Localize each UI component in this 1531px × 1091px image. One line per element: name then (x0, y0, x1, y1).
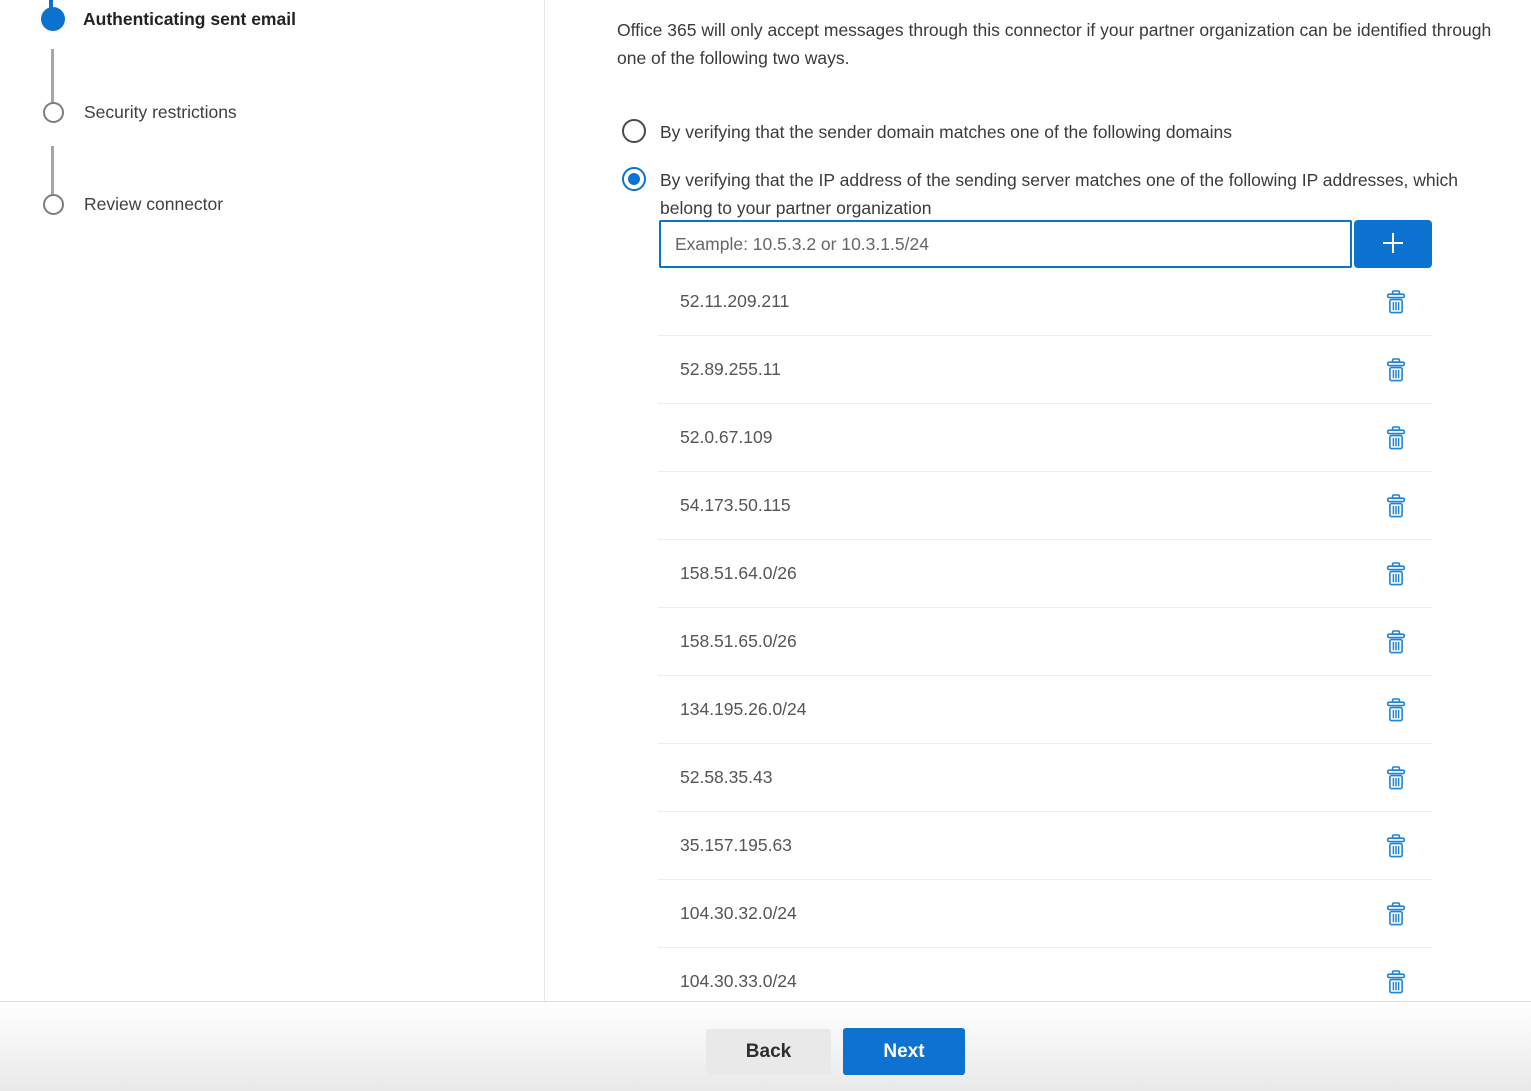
step-label: Authenticating sent email (83, 9, 296, 30)
trash-icon (1386, 914, 1406, 929)
ip-address: 54.173.50.115 (680, 495, 791, 516)
step-connector-line (51, 146, 54, 200)
radio-button[interactable] (622, 119, 646, 143)
step-connector-line (51, 49, 54, 104)
ip-row: 52.58.35.43 (658, 744, 1432, 812)
ip-address: 104.30.32.0/24 (680, 903, 797, 924)
plus-icon (1378, 228, 1408, 261)
step-indicator-icon (43, 102, 64, 123)
back-button[interactable]: Back (706, 1029, 831, 1074)
trash-icon (1386, 642, 1406, 657)
step-label: Security restrictions (84, 102, 237, 123)
wizard-step-security-restrictions[interactable]: Security restrictions (0, 102, 237, 123)
ip-address: 52.0.67.109 (680, 427, 772, 448)
ip-address: 52.11.209.211 (680, 291, 789, 312)
trash-icon (1386, 710, 1406, 725)
ip-row: 52.89.255.11 (658, 336, 1432, 404)
radio-label: By verifying that the IP address of the … (660, 166, 1488, 222)
trash-icon (1386, 846, 1406, 861)
ip-row: 35.157.195.63 (658, 812, 1432, 880)
ip-row: 54.173.50.115 (658, 472, 1432, 540)
wizard-step-authenticating-sent-email[interactable]: Authenticating sent email (0, 7, 296, 31)
ip-row: 134.195.26.0/24 (658, 676, 1432, 744)
trash-icon (1386, 370, 1406, 385)
step-content: Office 365 will only accept messages thr… (617, 0, 1531, 1001)
wizard-steps-sidebar: Authenticating sent email Security restr… (0, 0, 545, 1001)
ip-address-list: 52.11.209.211 52.89.255.11 (658, 268, 1432, 1016)
ip-row: 52.11.209.211 (658, 268, 1432, 336)
delete-ip-button[interactable] (1384, 560, 1408, 588)
delete-ip-button[interactable] (1384, 356, 1408, 384)
ip-row: 52.0.67.109 (658, 404, 1432, 472)
trash-icon (1386, 574, 1406, 589)
intro-text: Office 365 will only accept messages thr… (617, 16, 1525, 72)
ip-row: 158.51.64.0/26 (658, 540, 1432, 608)
ip-address: 52.89.255.11 (680, 359, 781, 380)
delete-ip-button[interactable] (1384, 288, 1408, 316)
delete-ip-button[interactable] (1384, 968, 1408, 996)
ip-address: 52.58.35.43 (680, 767, 772, 788)
ip-add-row (659, 220, 1432, 268)
step-label: Review connector (84, 194, 223, 215)
trash-icon (1386, 982, 1406, 997)
trash-icon (1386, 778, 1406, 793)
ip-address: 158.51.65.0/26 (680, 631, 797, 652)
delete-ip-button[interactable] (1384, 696, 1408, 724)
ip-address: 104.30.33.0/24 (680, 971, 797, 992)
connector-wizard-page: Authenticating sent email Security restr… (0, 0, 1531, 1091)
ip-row: 104.30.32.0/24 (658, 880, 1432, 948)
delete-ip-button[interactable] (1384, 424, 1408, 452)
ip-address: 134.195.26.0/24 (680, 699, 807, 720)
trash-icon (1386, 438, 1406, 453)
wizard-step-review-connector[interactable]: Review connector (0, 194, 223, 215)
verification-option: By verifying that the sender domain matc… (622, 118, 1232, 146)
delete-ip-button[interactable] (1384, 832, 1408, 860)
ip-address: 158.51.64.0/26 (680, 563, 797, 584)
ip-address-input[interactable] (659, 220, 1352, 268)
next-button[interactable]: Next (843, 1028, 965, 1075)
delete-ip-button[interactable] (1384, 764, 1408, 792)
verification-option: By verifying that the IP address of the … (622, 166, 1488, 222)
step-indicator-icon (41, 7, 65, 31)
wizard-footer: Back Next (0, 1001, 1531, 1091)
trash-icon (1386, 506, 1406, 521)
step-indicator-icon (43, 194, 64, 215)
delete-ip-button[interactable] (1384, 900, 1408, 928)
radio-label: By verifying that the sender domain matc… (660, 118, 1232, 146)
ip-address: 35.157.195.63 (680, 835, 792, 856)
ip-row: 158.51.65.0/26 (658, 608, 1432, 676)
delete-ip-button[interactable] (1384, 492, 1408, 520)
add-ip-button[interactable] (1354, 220, 1432, 268)
radio-button[interactable] (622, 167, 646, 191)
delete-ip-button[interactable] (1384, 628, 1408, 656)
trash-icon (1386, 302, 1406, 317)
